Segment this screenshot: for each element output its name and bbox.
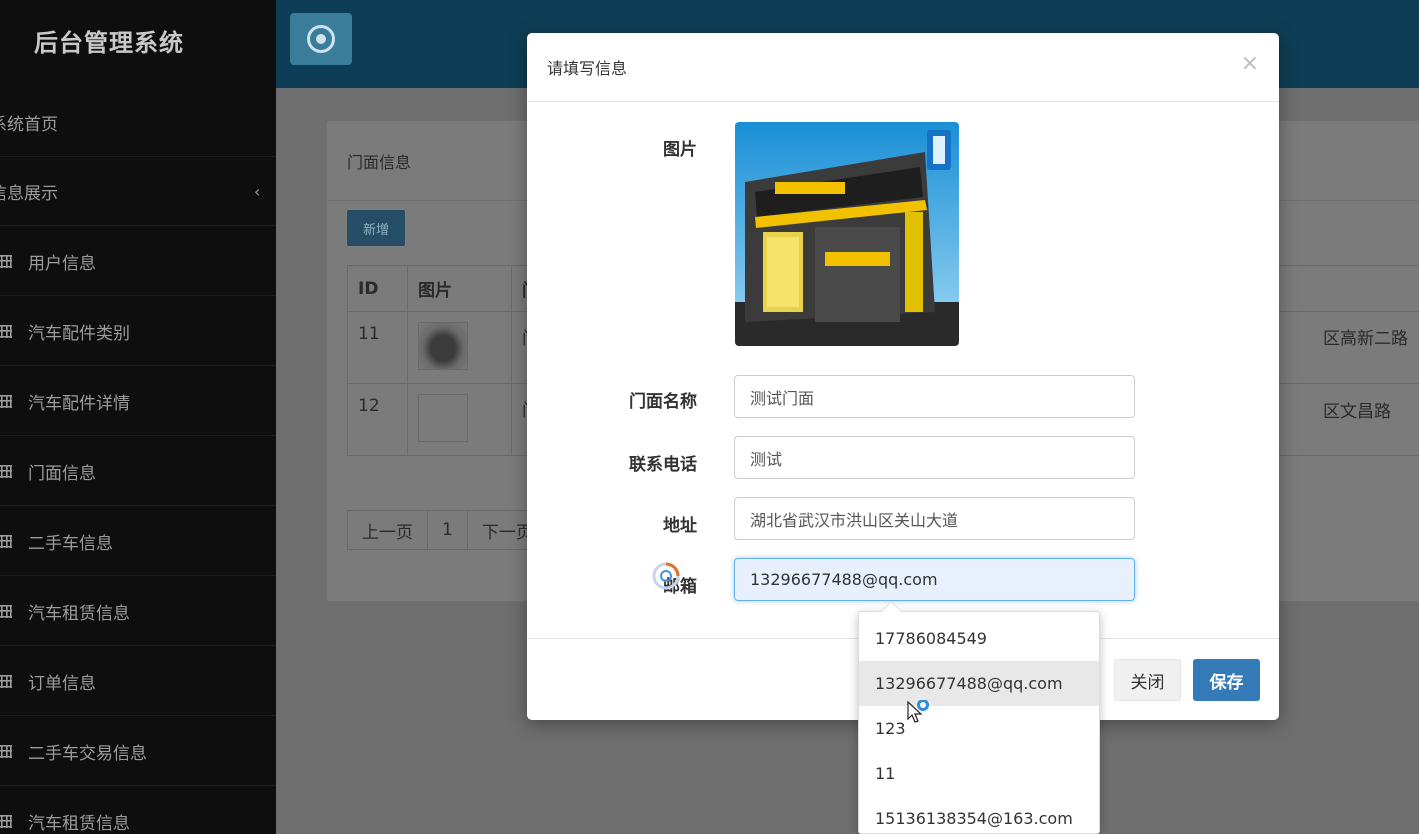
sidebar-item-used-car-trades[interactable]: 二手车交易信息 [0,717,276,786]
address-label: 地址 [663,516,697,536]
broken-image-icon [418,394,468,442]
sidebar: 后台管理系统 系统首页 信息展示 ‹ 用户信息 汽车配件类别 汽车配件详情 门面… [0,0,276,834]
close-button[interactable]: 关闭 [1114,659,1181,701]
sidebar-item-users[interactable]: 用户信息 [0,227,276,296]
sidebar-item-rentals-2[interactable]: 汽车租赁信息 [0,787,276,834]
email-input[interactable]: 13296677488@qq.com [734,558,1135,601]
cell-address: 区文昌路 [1323,402,1391,422]
sidebar-item-label: 二手车信息 [28,533,113,554]
table-icon [0,534,12,548]
sidebar-item-label: 订单信息 [28,673,96,694]
sidebar-item-part-categories[interactable]: 汽车配件类别 [0,297,276,366]
save-button[interactable]: 保存 [1193,659,1260,701]
phone-input[interactable]: 测试 [734,436,1135,479]
add-button[interactable]: 新增 [347,210,405,246]
autocomplete-option-highlighted[interactable]: 13296677488@qq.com [859,661,1099,706]
phone-label: 联系电话 [629,455,697,475]
sidebar-toggle-button[interactable] [290,13,352,65]
autocomplete-dropdown: 17786084549 13296677488@qq.com 123 11 15… [858,611,1100,834]
table-icon [0,814,12,828]
sidebar-item-label: 门面信息 [28,463,96,484]
table-icon [0,744,12,758]
storefront-image[interactable] [735,122,959,346]
cell-image [407,311,512,384]
page-link[interactable]: 1 [428,511,468,549]
sidebar-item-label: 汽车配件类别 [28,323,130,344]
address-input[interactable]: 湖北省武汉市洪山区关山大道 [734,497,1135,540]
cell-image [407,383,512,456]
table-icon [0,464,12,478]
autocomplete-option[interactable]: 17786084549 [859,616,1099,661]
dialog-title: 请填写信息 [527,33,1279,102]
table-icon [0,394,12,408]
car-thumbnail [418,322,468,370]
sidebar-item-label: 用户信息 [28,253,96,274]
sidebar-item-label: 汽车租赁信息 [28,813,130,834]
table-icon [0,324,12,338]
brand-title: 后台管理系统 [34,28,184,57]
table-icon [0,674,12,688]
autocomplete-option[interactable]: 11 [859,751,1099,796]
autocomplete-option[interactable]: 123 [859,706,1099,751]
table-icon [0,254,12,268]
sidebar-item-label: 系统首页 [0,114,58,135]
sidebar-item-orders[interactable]: 订单信息 [0,647,276,716]
store-name-label: 门面名称 [629,392,697,412]
sidebar-item-label: 汽车租赁信息 [28,603,130,624]
prev-page-link[interactable]: 上一页 [348,511,428,549]
sidebar-item-info-display[interactable]: 信息展示 ‹ [0,157,276,226]
column-header: 图片 [407,265,512,312]
loading-spinner-icon [652,562,680,590]
image-label: 图片 [663,140,697,160]
sidebar-item-label: 信息展示 [0,183,58,204]
cell-id: 11 [347,311,408,384]
table-icon [0,604,12,618]
target-icon [307,25,335,53]
store-name-input[interactable]: 测试门面 [734,375,1135,418]
pagination: 上一页 1 下一页 [347,510,549,550]
cell-address: 区高新二路 [1323,329,1408,349]
column-header: ID [347,265,408,312]
sidebar-item-storefronts[interactable]: 门面信息 [0,437,276,506]
sidebar-item-rentals[interactable]: 汽车租赁信息 [0,577,276,646]
autocomplete-option[interactable]: 15136138354@163.com [859,796,1099,834]
mouse-cursor-icon [907,700,929,723]
sidebar-item-label: 汽车配件详情 [28,393,130,414]
sidebar-item-used-cars[interactable]: 二手车信息 [0,507,276,576]
sidebar-item-part-details[interactable]: 汽车配件详情 [0,367,276,436]
cell-id: 12 [347,383,408,456]
close-icon[interactable]: × [1241,53,1259,75]
sidebar-item-home[interactable]: 系统首页 [0,88,276,157]
sidebar-item-label: 二手车交易信息 [28,743,147,764]
